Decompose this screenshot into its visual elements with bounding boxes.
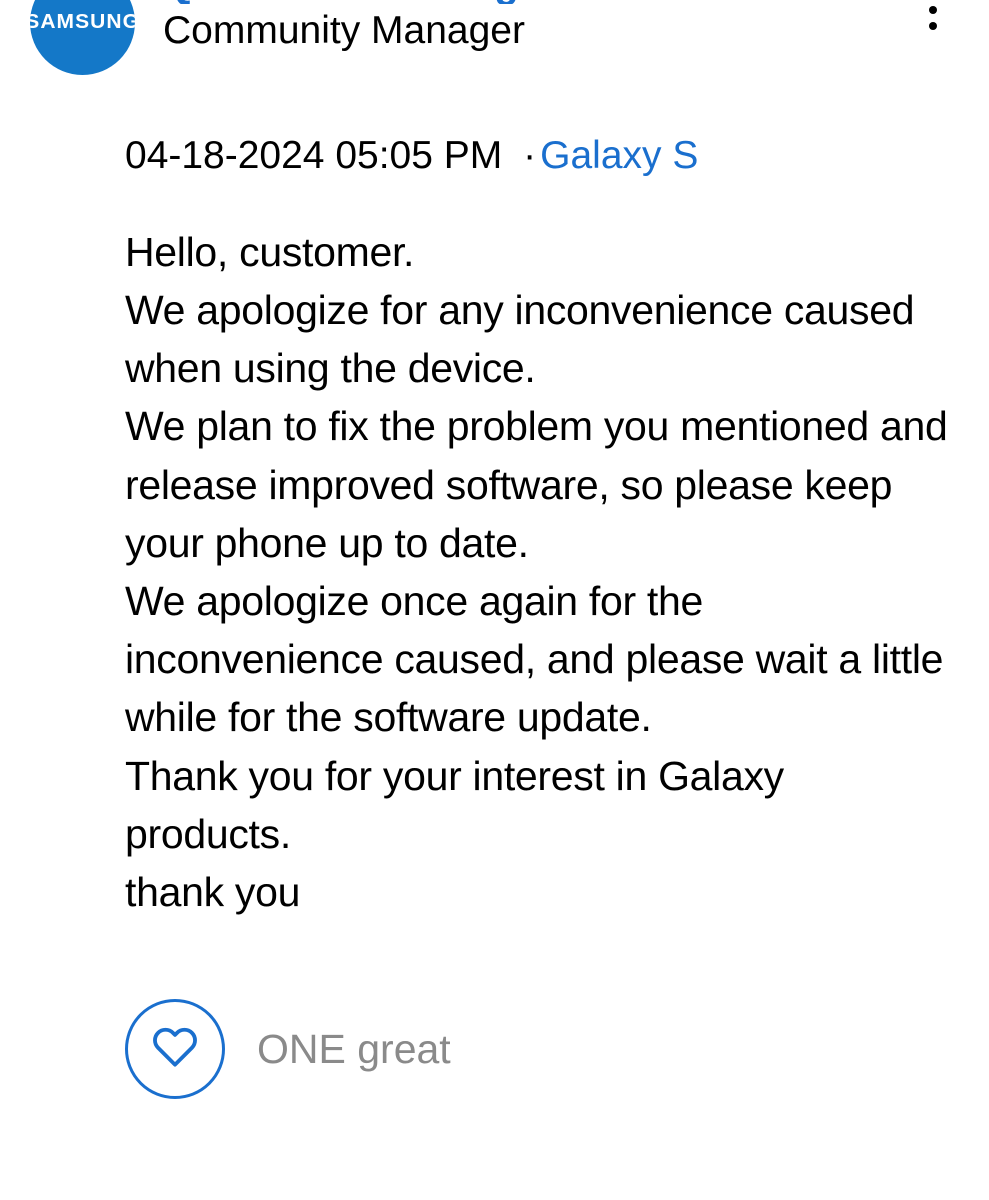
author-role: Community Manager <box>163 8 556 55</box>
post-body: Hello, customer. We apologize for any in… <box>125 223 959 922</box>
body-line: thank you <box>125 863 959 921</box>
post-header: SAMSUNG QuickPanel Manager Community Man… <box>30 0 959 75</box>
post-options-button[interactable] <box>913 0 953 30</box>
meta-separator: · <box>523 134 536 177</box>
body-line: We plan to fix the problem you mentioned… <box>125 397 959 572</box>
avatar-circle: SAMSUNG <box>30 0 135 75</box>
post-category-link[interactable]: Galaxy S <box>540 134 698 177</box>
heart-outline-icon <box>152 1024 198 1075</box>
post-meta: 04-18-2024 05:05 PM ·Galaxy S <box>125 130 959 183</box>
body-line: Hello, customer. <box>125 223 959 281</box>
post-date: 04-18-2024 <box>125 134 325 177</box>
like-button[interactable] <box>125 999 225 1099</box>
body-line: We apologize once again for the inconven… <box>125 572 959 747</box>
body-line: Thank you for your interest in Galaxy pr… <box>125 747 959 863</box>
author-username[interactable]: QuickPanel Manager <box>163 0 556 4</box>
author-block: QuickPanel Manager Community Manager <box>135 0 556 55</box>
avatar-text: SAMSUNG <box>30 11 135 34</box>
forum-post: SAMSUNG QuickPanel Manager Community Man… <box>0 0 989 1139</box>
like-count-label: ONE great <box>257 1026 451 1073</box>
author-avatar[interactable]: SAMSUNG <box>30 0 135 75</box>
body-line: We apologize for any inconvenience cause… <box>125 281 959 397</box>
post-time: 05:05 PM <box>335 134 502 177</box>
post-footer: ONE great <box>125 999 959 1099</box>
